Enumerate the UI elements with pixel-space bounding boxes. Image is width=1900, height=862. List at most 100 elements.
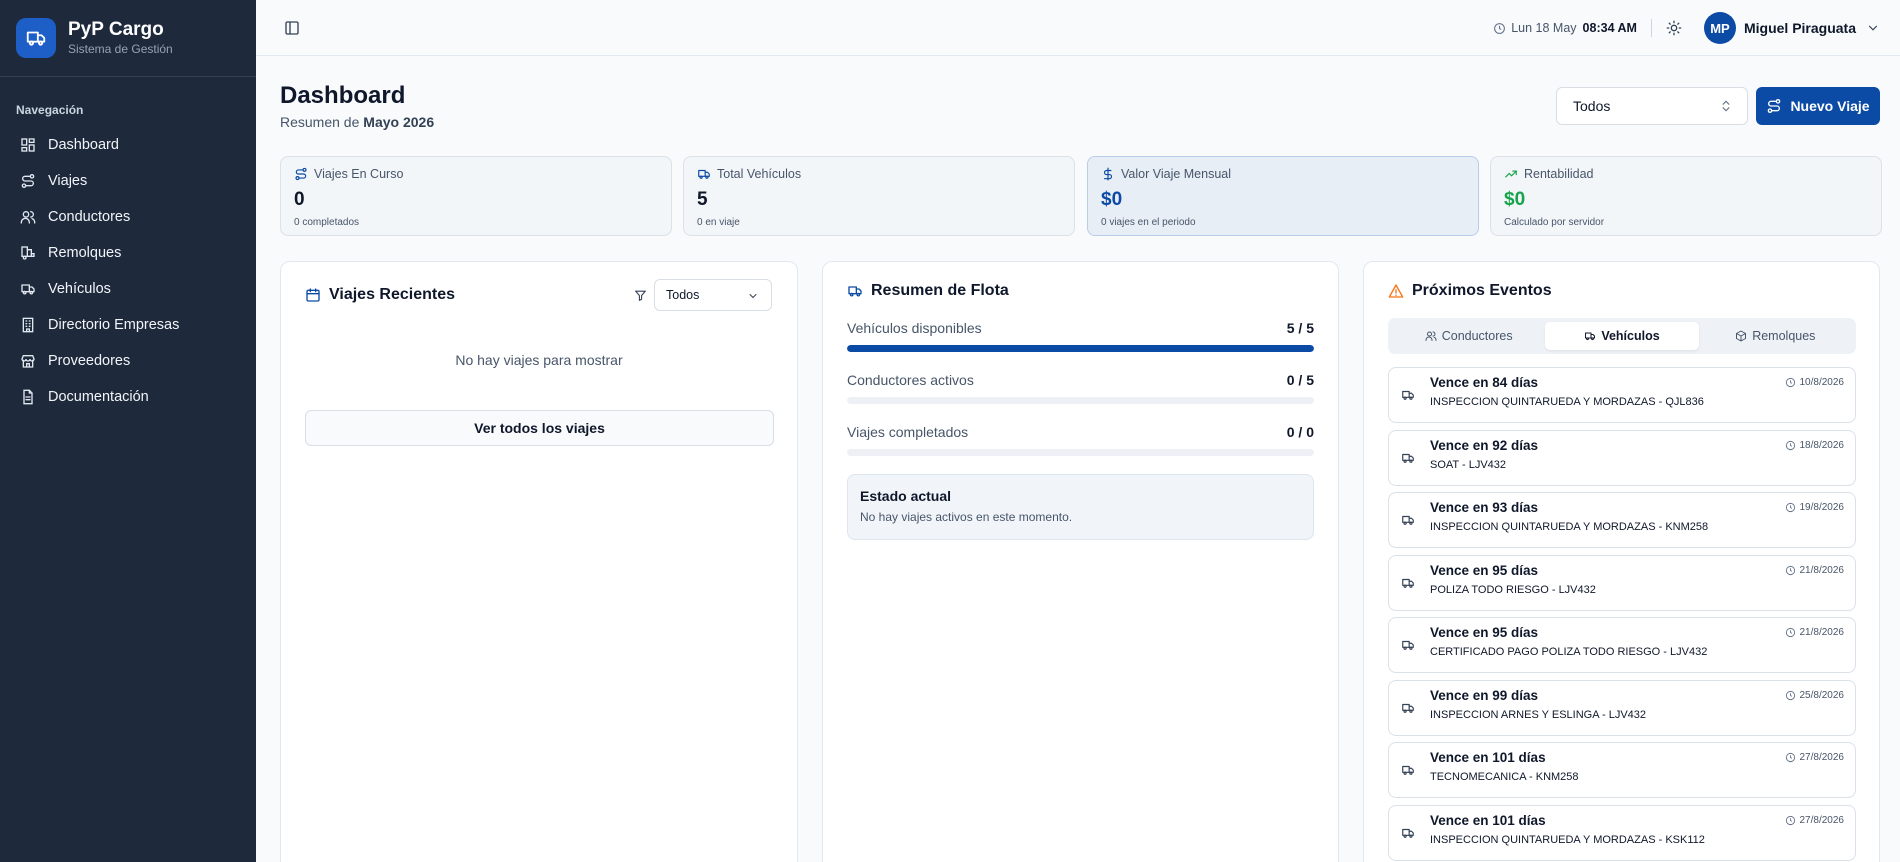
meter-label: Vehículos disponibles	[847, 320, 982, 336]
progress-fill	[847, 345, 1314, 352]
event-description: CERTIFICADO PAGO POLIZA TODO RIESGO - LJ…	[1430, 646, 1708, 658]
status-filter-select[interactable]: Todos	[1556, 87, 1748, 125]
date-display: Lun 18 May 08:34 AM	[1493, 21, 1637, 35]
sidebar-item-remolques[interactable]: Remolques	[0, 235, 256, 271]
list-item[interactable]: Vence en 93 días INSPECCION QUINTARUEDA Y…	[1388, 492, 1856, 548]
panel-title: Próximos Eventos	[1412, 282, 1552, 299]
event-date: 19/8/2026	[1785, 502, 1844, 513]
event-description: POLIZA TODO RIESGO - LJV432	[1430, 583, 1596, 596]
event-date: 25/8/2026	[1785, 690, 1844, 701]
stat-card-total-vehiculos: Total Vehículos 5 0 en viaje	[683, 156, 1075, 236]
truck-icon	[1401, 701, 1415, 715]
truck-icon	[1401, 763, 1415, 777]
new-trip-button[interactable]: Nuevo Viaje	[1756, 87, 1880, 125]
event-date: 21/8/2026	[1785, 565, 1844, 576]
event-description: INSPECCION QUINTARUEDA Y MORDAZAS - QJL8…	[1430, 396, 1704, 408]
avatar[interactable]: MP	[1703, 12, 1736, 44]
event-description: INSPECCION QUINTARUEDA Y MORDAZAS - KSK1…	[1430, 833, 1705, 846]
clock-icon	[1785, 752, 1800, 763]
sidebar-item-documentacion[interactable]: Documentación	[0, 379, 256, 415]
tab-label: Conductores	[1441, 329, 1513, 343]
truck-logo-icon	[16, 18, 56, 58]
sidebar-item-vehiculos[interactable]: Vehículos	[0, 271, 256, 307]
stat-card-rentabilidad: Rentabilidad $0 Calculado por servidor	[1490, 156, 1882, 236]
list-item[interactable]: Vence en 101 días INSPECCION QUINTARUEDA …	[1388, 804, 1856, 861]
users-icon	[1425, 330, 1442, 342]
clock-icon	[1785, 440, 1800, 451]
clock-icon	[1493, 22, 1506, 35]
truck-icon	[1401, 451, 1415, 465]
sidebar-item-directorio-empresas[interactable]: Directorio Empresas	[0, 307, 256, 343]
stat-label: Valor Viaje Mensual	[1121, 167, 1232, 181]
recent-filter-select[interactable]: Todos	[654, 279, 772, 311]
page-subtitle: Resumen de Mayo 2026	[280, 114, 434, 130]
list-item[interactable]: Vence en 101 días TECNOMECANICA - KNM258 2…	[1388, 742, 1856, 798]
tab-vehiculos[interactable]: Vehículos	[1545, 322, 1699, 350]
chevrons-up-down-icon	[1719, 99, 1733, 113]
fleet-summary-panel: Resumen de Flota Vehículos disponibles 5 …	[822, 261, 1339, 862]
current-date: Lun 18 May	[1511, 21, 1577, 35]
list-item[interactable]: Vence en 95 días POLIZA TODO RIESGO - LJV…	[1388, 554, 1856, 611]
route-icon	[294, 167, 314, 181]
meter-label: Conductores activos	[847, 372, 974, 388]
nav-label: Navegación	[16, 103, 84, 117]
status-filter-value: Todos	[1573, 98, 1611, 114]
event-title: Vence en 101 días	[1430, 812, 1546, 828]
chevron-down-icon	[747, 290, 759, 302]
sidebar-item-label: Vehículos	[48, 281, 111, 297]
truck-icon	[1401, 576, 1415, 590]
chevron-down-icon[interactable]	[1866, 21, 1880, 35]
recent-filter-value: Todos	[666, 288, 700, 302]
event-title: Vence en 93 días	[1430, 500, 1539, 515]
stat-sub: 0 completados	[294, 217, 360, 228]
recent-trips-panel: Viajes Recientes Todos No hay viajes par…	[280, 261, 798, 862]
empty-state-text: No hay viajes para mostrar	[455, 352, 623, 368]
view-all-trips-button[interactable]: Ver todos los viajes	[305, 410, 774, 446]
truck-icon	[1401, 388, 1415, 402]
sidebar-item-dashboard[interactable]: Dashboard	[0, 127, 256, 163]
filter-icon[interactable]	[634, 289, 647, 302]
document-icon	[20, 389, 36, 405]
sidebar-item-label: Conductores	[48, 209, 131, 225]
sidebar-item-label: Dashboard	[48, 137, 119, 153]
event-description: INSPECCION QUINTARUEDA Y MORDAZAS - KNM2…	[1430, 521, 1709, 533]
stat-label: Total Vehículos	[717, 167, 802, 181]
dollar-icon	[1101, 167, 1121, 181]
panel-header: Viajes Recientes	[305, 286, 455, 304]
list-item[interactable]: Vence en 95 días CERTIFICADO PAGO POLIZA …	[1388, 617, 1856, 673]
trending-up-icon	[1504, 167, 1524, 181]
subtitle-period: Mayo 2026	[363, 114, 435, 130]
event-date-text: 27/8/2026	[1799, 814, 1845, 826]
list-item[interactable]: Vence en 99 días INSPECCION ARNES Y ESLIN…	[1388, 679, 1856, 736]
list-item[interactable]: Vence en 92 días SOAT - LJV432 18/8/2026	[1388, 429, 1856, 486]
sun-icon[interactable]	[1666, 20, 1682, 36]
truck-icon	[1401, 638, 1415, 652]
sidebar-item-label: Documentación	[48, 389, 149, 405]
event-description: INSPECCION ARNES Y ESLINGA - LJV432	[1430, 708, 1647, 721]
tab-conductores[interactable]: Conductores	[1392, 322, 1545, 350]
stat-card-viajes-en-curso: Viajes En Curso 0 0 completados	[280, 156, 672, 236]
event-title: Vence en 92 días	[1430, 437, 1539, 453]
building-icon	[20, 317, 36, 333]
grid-icon	[20, 137, 36, 153]
sidebar-item-viajes[interactable]: Viajes	[0, 163, 256, 199]
page-title: Dashboard	[280, 82, 406, 109]
sidebar-item-label: Proveedores	[48, 353, 131, 369]
meter-value: 0 / 5	[1286, 372, 1314, 388]
truck-icon	[1401, 826, 1415, 840]
clock-icon	[1785, 815, 1800, 826]
sidebar-nav: Dashboard Viajes Conductores Remolques V…	[0, 127, 256, 415]
sidebar-item-conductores[interactable]: Conductores	[0, 199, 256, 235]
list-item[interactable]: Vence en 84 días INSPECCION QUINTARUEDA Y…	[1388, 367, 1856, 423]
brand[interactable]: PyP Cargo Sistema de Gestión	[0, 0, 256, 77]
sidebar-toggle-icon[interactable]	[284, 20, 300, 36]
meter-conductores: Conductores activos 0 / 5	[847, 372, 1314, 404]
topbar: Lun 18 May 08:34 AM MP Miguel Piraguata	[256, 0, 1900, 56]
route-icon	[1766, 98, 1790, 114]
event-date: 21/8/2026	[1785, 627, 1844, 638]
user-name[interactable]: Miguel Piraguata	[1744, 20, 1856, 36]
sidebar-item-label: Remolques	[48, 245, 122, 261]
sidebar-item-proveedores[interactable]: Proveedores	[0, 343, 256, 379]
stat-sub: Calculado por servidor	[1504, 217, 1605, 228]
tab-remolques[interactable]: Remolques	[1699, 322, 1852, 350]
